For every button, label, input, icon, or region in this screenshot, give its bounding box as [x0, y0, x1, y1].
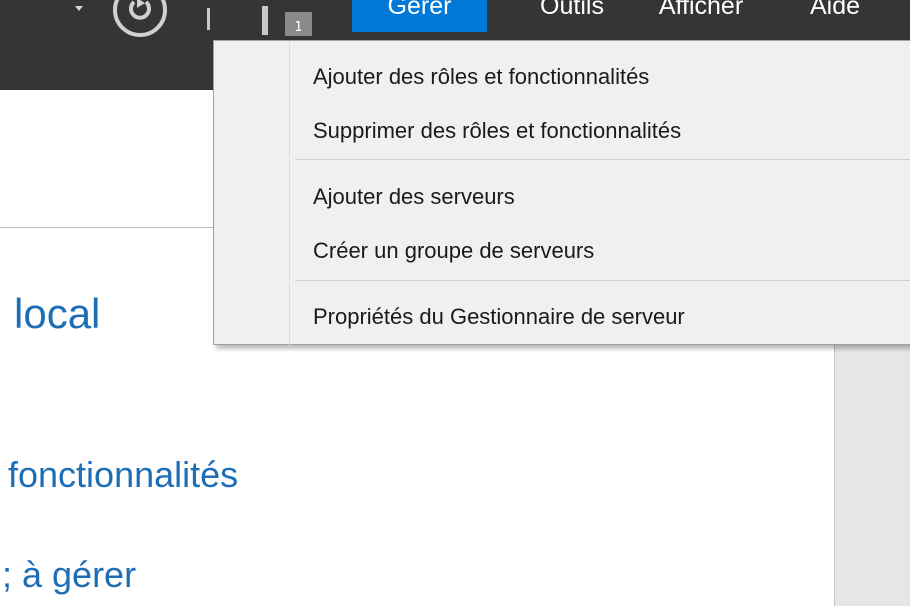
- add-roles-link-fragment[interactable]: fonctionnalités: [8, 454, 238, 496]
- menu-manage[interactable]: Gérer: [352, 0, 487, 32]
- refresh-icon[interactable]: [113, 0, 167, 37]
- menu-item-remove-roles[interactable]: Supprimer des rôles et fonctionnalités: [215, 112, 910, 150]
- server-manager-window: 1 Gérer Outils Afficher Aide local fonct…: [0, 0, 910, 606]
- dashboard-title-fragment: local: [14, 290, 101, 337]
- menu-item-add-servers[interactable]: Ajouter des serveurs: [215, 178, 910, 216]
- manage-dropdown-menu: Ajouter des rôles et fonctionnalités Sup…: [213, 40, 910, 346]
- menu-item-server-manager-properties[interactable]: Propriétés du Gestionnaire de serveur: [215, 298, 910, 336]
- menu-item-label: Créer un groupe de serveurs: [313, 238, 595, 263]
- menu-view[interactable]: Afficher: [636, 0, 766, 32]
- menu-item-label: Supprimer des rôles et fonctionnalités: [313, 118, 682, 143]
- menu-item-label: Ajouter des rôles et fonctionnalités: [313, 64, 650, 89]
- flag-icon[interactable]: [262, 6, 268, 35]
- menu-separator: [295, 159, 910, 160]
- menu-item-label: Ajouter des serveurs: [313, 184, 515, 209]
- menu-item-add-roles[interactable]: Ajouter des rôles et fonctionnalités: [215, 58, 910, 96]
- menu-item-label: Propriétés du Gestionnaire de serveur: [313, 304, 685, 329]
- dropdown-arrow-icon[interactable]: [75, 6, 83, 11]
- menu-item-create-server-group[interactable]: Créer un groupe de serveurs: [215, 232, 910, 270]
- right-panel: [834, 345, 910, 606]
- menu-help[interactable]: Aide: [790, 0, 880, 32]
- menu-separator: [295, 280, 910, 281]
- menu-tools[interactable]: Outils: [518, 0, 626, 32]
- add-servers-link-fragment[interactable]: ; à gérer: [2, 554, 136, 596]
- toolbar-separator: [207, 8, 210, 30]
- notification-count-badge[interactable]: 1: [285, 12, 312, 36]
